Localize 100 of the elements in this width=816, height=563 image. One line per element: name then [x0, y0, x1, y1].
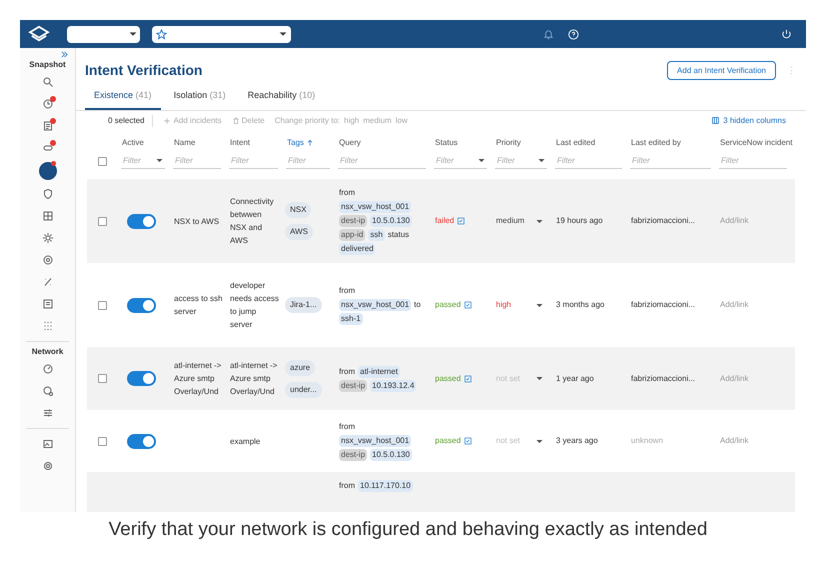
row-checkbox[interactable]: [98, 436, 106, 446]
globe-icon[interactable]: [42, 385, 54, 397]
filter-field[interactable]: Filter: [719, 153, 787, 169]
add-link[interactable]: Add/link: [715, 299, 791, 311]
hidden-columns-button[interactable]: 3 hidden columns: [711, 114, 786, 127]
tab[interactable]: Isolation (31): [164, 89, 235, 110]
power-icon[interactable]: [781, 28, 792, 40]
filter-field[interactable]: Filter: [555, 153, 622, 169]
caret-icon: [536, 375, 543, 382]
priority-dropdown[interactable]: high: [496, 299, 543, 311]
checklist-icon: [464, 437, 472, 445]
active-toggle[interactable]: [127, 371, 156, 386]
last-edited-by: fabriziomaccioni...: [630, 299, 696, 311]
apps-icon[interactable]: [42, 320, 54, 332]
caret-icon: [478, 157, 485, 164]
priority-dropdown[interactable]: medium: [496, 215, 543, 227]
column-header[interactable]: Query: [339, 137, 361, 149]
caret-icon: [538, 157, 545, 164]
percent-icon[interactable]: [42, 276, 54, 288]
intent-name: access to ssh server: [174, 293, 223, 318]
active-toggle[interactable]: [127, 214, 156, 228]
filter-field[interactable]: Filter: [630, 153, 711, 169]
add-link[interactable]: Add/link: [715, 215, 791, 227]
caret-icon: [536, 438, 543, 444]
filter-field[interactable]: Filter: [495, 153, 547, 169]
tab[interactable]: Existence (41): [85, 89, 161, 110]
column-header[interactable]: Last edited: [556, 137, 596, 149]
gear-icon[interactable]: [42, 232, 54, 244]
add-incidents-button[interactable]: Add incidents: [163, 114, 222, 127]
delete-button[interactable]: Delete: [232, 114, 265, 127]
grid-icon[interactable]: [42, 210, 54, 222]
intent-name: NSX to AWS: [174, 216, 220, 228]
query-value: nsx_vsw_host_001: [339, 435, 412, 447]
add-link[interactable]: Add/link: [715, 372, 791, 384]
priority-option[interactable]: low: [396, 114, 408, 127]
status-text: passed: [435, 299, 461, 311]
intent-description: example: [230, 436, 262, 448]
select-all-checkbox[interactable]: [98, 156, 106, 166]
row-checkbox[interactable]: [98, 374, 106, 383]
document-icon[interactable]: [42, 120, 54, 132]
caret-icon: [536, 218, 543, 224]
checklist-icon: [457, 217, 466, 225]
tab[interactable]: Reachability (10): [238, 89, 324, 110]
network-avatar[interactable]: [38, 162, 56, 180]
priority-option[interactable]: high: [344, 114, 360, 127]
filter-field[interactable]: Filter: [173, 153, 221, 169]
active-toggle[interactable]: [127, 434, 156, 448]
row-checkbox[interactable]: [98, 216, 106, 226]
column-header[interactable]: Last edited by: [631, 137, 681, 149]
sliders-icon[interactable]: [42, 407, 54, 419]
priority-option[interactable]: medium: [363, 114, 392, 127]
caption: Verify that your network is configured and behaving exactly as intended: [108, 518, 708, 542]
column-header[interactable]: Intent: [230, 137, 250, 149]
last-edited-time: 3 years ago: [555, 435, 599, 447]
filter-field[interactable]: Filter: [434, 153, 487, 169]
status-text: passed: [435, 372, 461, 384]
help-icon[interactable]: [568, 28, 579, 40]
add-intent-button[interactable]: Add an Intent Verification: [667, 61, 776, 80]
shield-icon[interactable]: [42, 188, 54, 200]
checklist-icon: [464, 374, 472, 382]
clock-icon[interactable]: [42, 98, 54, 110]
last-edited-by: fabriziomaccioni...: [630, 215, 696, 227]
caret-icon: [129, 30, 137, 38]
filter-field[interactable]: Filter: [286, 153, 330, 169]
filter-field[interactable]: Filter: [338, 153, 426, 169]
active-toggle[interactable]: [127, 298, 156, 312]
tag-chip: under...: [285, 382, 322, 398]
filter-field[interactable]: Filter: [121, 153, 165, 169]
image-icon[interactable]: [42, 438, 54, 450]
gauge-icon[interactable]: [42, 363, 54, 375]
query-text: from: [339, 187, 356, 199]
tag-chip: NSX: [285, 202, 312, 218]
snapshot-dropdown[interactable]: [67, 26, 140, 42]
column-header[interactable]: Active: [122, 137, 144, 149]
sort-up-icon: [306, 139, 314, 147]
row-checkbox[interactable]: [98, 300, 106, 310]
query-text: from: [339, 480, 355, 492]
status-text: failed: [435, 215, 454, 227]
tag-chip: Jira-1...: [285, 297, 322, 313]
settings-icon[interactable]: [42, 460, 54, 472]
query-key: dest-ip: [339, 449, 368, 461]
search-dropdown[interactable]: [152, 26, 291, 42]
query-text: to: [414, 299, 421, 311]
column-header[interactable]: Status: [435, 137, 458, 149]
column-header[interactable]: Priority: [496, 137, 521, 149]
add-link[interactable]: Add/link: [715, 435, 791, 447]
search-icon[interactable]: [42, 76, 54, 88]
tag-chip: AWS: [285, 224, 313, 240]
list-icon[interactable]: [42, 298, 54, 310]
filter-field[interactable]: Filter: [229, 153, 278, 169]
column-header[interactable]: Name: [174, 137, 196, 149]
priority-dropdown[interactable]: not set: [496, 435, 543, 447]
column-header[interactable]: Tags: [287, 137, 304, 149]
target-icon[interactable]: [42, 254, 54, 266]
column-header[interactable]: ServiceNow incident: [720, 137, 792, 149]
star-icon: [156, 28, 167, 40]
intent-description: atl-internet -> Azure smtp Overlay/Und: [230, 360, 278, 398]
trash-icon: [232, 116, 240, 125]
bell-icon[interactable]: [543, 28, 554, 40]
last-edited-by: unknown: [630, 435, 664, 447]
